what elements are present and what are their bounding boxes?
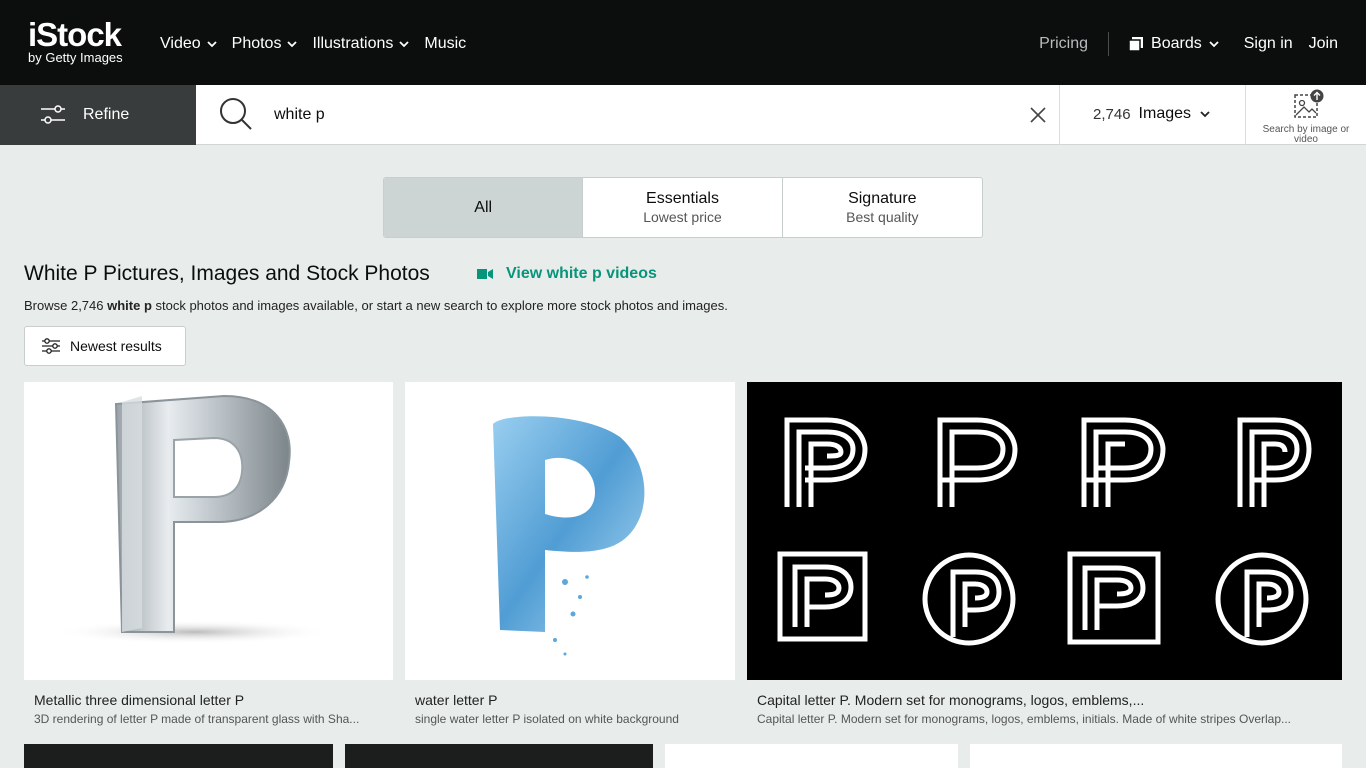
close-icon[interactable] xyxy=(1027,104,1049,126)
result-thumbnail[interactable] xyxy=(405,382,735,680)
license-tabs: All Essentials Lowest price Signature Be… xyxy=(383,177,983,238)
view-videos-link[interactable]: View white p videos xyxy=(477,265,657,283)
result-card[interactable]: water letter P single water letter P iso… xyxy=(405,382,735,726)
result-count: 2,746 xyxy=(1093,105,1131,123)
istock-logo[interactable]: iStock by Getty Images xyxy=(28,18,140,68)
result-card[interactable]: Capital letter P. Modern set for monogra… xyxy=(747,382,1342,726)
nav-illustrations-label: Illustrations xyxy=(312,35,394,52)
image-upload-icon xyxy=(1294,89,1324,118)
card-title: Metallic three dimensional letter P xyxy=(34,692,245,708)
logo-tagline: by Getty Images xyxy=(28,50,123,65)
chevron-down-icon xyxy=(399,41,410,48)
tab-essentials-label: Essentials xyxy=(646,190,719,207)
card-description: single water letter P isolated on white … xyxy=(415,712,679,726)
result-thumbnail[interactable] xyxy=(747,382,1342,680)
result-thumbnail[interactable] xyxy=(24,382,393,680)
main-nav: Video Photos Illustrations Music xyxy=(160,33,480,55)
search-bar: Refine 2,746 Images Search by image or v… xyxy=(0,85,1366,145)
chevron-down-icon xyxy=(1209,41,1219,48)
tab-essentials[interactable]: Essentials Lowest price xyxy=(583,178,783,237)
boards-icon xyxy=(1129,37,1144,51)
view-videos-label: View white p videos xyxy=(506,265,657,282)
card-description: 3D rendering of letter P made of transpa… xyxy=(34,712,360,726)
top-navigation: iStock by Getty Images Video Photos Illu… xyxy=(0,0,1366,85)
sort-sliders-icon xyxy=(42,338,60,354)
monogram-letter-p-set-image xyxy=(777,417,1312,646)
media-type-label: Images xyxy=(1138,105,1192,122)
search-divider xyxy=(1059,85,1060,145)
chevron-down-icon xyxy=(287,41,298,48)
tab-essentials-sub: Lowest price xyxy=(643,209,722,225)
filter-sliders-icon xyxy=(41,105,65,124)
result-thumbnail[interactable] xyxy=(970,744,1342,768)
refine-label: Refine xyxy=(83,106,130,123)
search-icon[interactable] xyxy=(218,96,254,132)
media-type-dropdown[interactable]: 2,746 Images xyxy=(1093,105,1211,123)
card-description: Capital letter P. Modern set for monogra… xyxy=(757,712,1292,726)
boards-label: Boards xyxy=(1151,35,1202,52)
boards-menu[interactable]: Boards xyxy=(1129,35,1220,53)
nav-photos[interactable]: Photos xyxy=(232,33,299,55)
nav-video-label: Video xyxy=(160,35,201,52)
visual-search-button[interactable]: Search by image or video xyxy=(1260,89,1352,145)
glass-letter-p-image xyxy=(54,394,334,644)
card-title: Capital letter P. Modern set for monogra… xyxy=(757,692,1145,708)
summary-prefix: Browse 2,746 xyxy=(24,298,108,313)
nav-video[interactable]: Video xyxy=(160,33,218,55)
tab-signature-sub: Best quality xyxy=(846,209,919,225)
nav-photos-label: Photos xyxy=(231,35,282,52)
tab-all-label: All xyxy=(474,198,493,216)
water-letter-p-image xyxy=(493,416,645,656)
card-title: water letter P xyxy=(415,692,498,708)
nav-divider xyxy=(1108,32,1110,56)
chevron-down-icon xyxy=(207,41,217,48)
search-divider xyxy=(1245,85,1246,145)
logo-wordmark: iStock xyxy=(28,16,122,53)
sign-in-link[interactable]: Sign in xyxy=(1244,35,1293,53)
tab-all[interactable]: All xyxy=(384,178,584,237)
visual-search-label: Search by image or video xyxy=(1262,124,1350,145)
video-camera-icon xyxy=(477,269,493,279)
result-thumbnail[interactable] xyxy=(24,744,333,768)
tab-signature[interactable]: Signature Best quality xyxy=(783,178,982,237)
summary-term: white p xyxy=(107,298,152,313)
chevron-down-icon xyxy=(1200,111,1210,118)
sort-label: Newest results xyxy=(70,338,162,354)
result-thumbnail[interactable] xyxy=(345,744,653,768)
join-link[interactable]: Join xyxy=(1309,35,1338,53)
pricing-link[interactable]: Pricing xyxy=(1039,35,1088,53)
summary-suffix: stock photos and images available, or st… xyxy=(151,298,728,313)
page-title: White P Pictures, Images and Stock Photo… xyxy=(24,262,430,285)
results-summary: Browse 2,746 white p stock photos and im… xyxy=(24,298,728,313)
nav-illustrations[interactable]: Illustrations xyxy=(312,33,410,55)
result-thumbnail[interactable] xyxy=(665,744,958,768)
nav-music-label: Music xyxy=(424,35,467,52)
nav-music[interactable]: Music xyxy=(424,33,466,55)
sort-button[interactable]: Newest results xyxy=(24,326,186,366)
tab-signature-label: Signature xyxy=(848,190,917,207)
search-input[interactable] xyxy=(262,99,1012,131)
account-nav: Pricing Boards Sign in Join xyxy=(1039,32,1338,56)
refine-button[interactable]: Refine xyxy=(0,85,196,145)
result-card[interactable]: Metallic three dimensional letter P 3D r… xyxy=(24,382,393,726)
